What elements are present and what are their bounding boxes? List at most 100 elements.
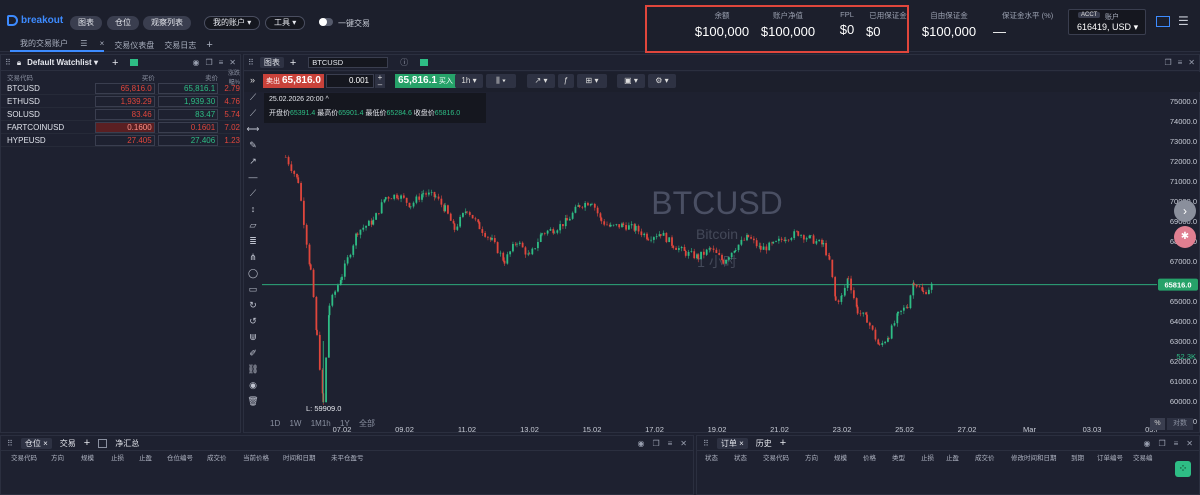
drag-handle-icon[interactable]: ⠿ [703,439,709,448]
column-header[interactable]: 止盈 [946,452,975,462]
layout-icon[interactable] [1156,16,1170,27]
column-header[interactable]: 方向 [805,452,834,462]
column-header[interactable]: 状态 [705,452,734,462]
log-scale-toggle[interactable]: 对数 [1167,418,1193,430]
column-header[interactable]: 卖价 [158,72,221,82]
rectangle-icon[interactable]: ▭ [244,284,262,300]
expand-icon[interactable]: » [250,75,255,85]
column-header[interactable]: 时间和日期 [283,452,331,462]
column-header[interactable]: 交易代码 [763,452,805,462]
close-icon[interactable]: ✕ [680,439,687,448]
nav-positions[interactable]: 仓位 [107,16,139,30]
menu-icon[interactable]: ≡ [1178,58,1183,67]
drag-handle-icon[interactable]: ⠿ [5,58,11,67]
window-icon[interactable]: ❐ [1164,58,1171,67]
column-header[interactable]: 成交价 [975,452,1011,462]
close-icon[interactable]: ✕ [229,58,236,67]
curve-icon[interactable]: ↻ [244,300,262,316]
column-header[interactable]: 未平仓盈亏 [331,452,381,462]
ask-cell[interactable]: 83.47 [158,108,221,120]
range-all[interactable]: 全部 [359,419,375,428]
column-header[interactable]: 价格 [863,452,892,462]
watchlist-row[interactable]: HYPEUSD 27.405 27.406 1.23 [1,134,240,147]
tab-history[interactable]: 历史 [756,438,772,449]
watchlist-row[interactable]: BTCUSD 65,816.0 65,816.1 2.79 [1,82,240,95]
nav-watchlists[interactable]: 观察列表 [143,16,191,30]
account-selector[interactable]: ACCT 账户 616419, USD ▾ [1068,9,1146,35]
tab-trading-journal[interactable]: 交易日志 [164,40,196,51]
fib-icon[interactable]: ≣ [244,236,262,252]
close-icon[interactable]: ✕ [1186,439,1193,448]
add-icon[interactable]: + [780,437,786,449]
drawing-button[interactable]: ↗ ▾ [527,74,555,88]
ask-cell[interactable]: 65,816.1 [158,82,221,94]
menu-icon[interactable]: ☰ [80,39,87,48]
brush-icon[interactable]: ✎ [244,140,262,156]
ask-cell[interactable]: 27.406 [158,134,221,146]
line-icon[interactable]: ⟋ [244,108,262,124]
percent-scale-toggle[interactable]: % [1150,418,1165,430]
window-icon[interactable]: ❐ [652,439,659,448]
quantity-input[interactable]: 0.001 [326,74,374,88]
range-1d[interactable]: 1D [270,419,280,428]
eye-icon[interactable]: ◉ [244,380,262,396]
ask-cell[interactable]: 0.1601 [158,121,221,133]
eye-icon[interactable]: ◉ [637,439,644,448]
vertical-line-icon[interactable]: ↕ [244,204,262,220]
column-header[interactable]: 交易编 [1133,452,1157,462]
trash-icon[interactable]: 🗑︎ [244,396,262,412]
column-header[interactable]: 修改时间和日期 [1011,452,1071,462]
bid-cell[interactable]: 0.1600 [94,121,157,133]
bid-cell[interactable]: 65,816.0 [94,82,157,94]
tab-chart[interactable]: 图表 [259,57,284,68]
column-header[interactable]: 规模 [834,452,863,462]
watchlist-selector[interactable]: Default Watchlist ▾ [27,58,98,67]
tab-positions[interactable]: 仓位 × [20,437,52,449]
column-header[interactable]: 交易代码 [1,72,94,82]
column-header[interactable]: 当前价格 [243,452,283,462]
column-header[interactable]: 订单编号 [1097,452,1133,462]
window-icon[interactable]: ❐ [205,58,212,67]
column-header[interactable]: 交易代码 [11,452,51,462]
watchlist-row[interactable]: FARTCOINUSD 0.1600 0.1601 7.02 [1,121,240,134]
column-header[interactable]: 止损 [921,452,946,462]
settings-button[interactable]: ⚙ ▾ [648,74,676,88]
eye-icon[interactable]: ◉ [1143,439,1150,448]
quantity-stepper[interactable]: + – [375,74,385,89]
range-1y[interactable]: 1Y [340,419,350,428]
range-1m1h[interactable]: 1M1h [311,419,331,428]
chat-button[interactable]: ⁘ [1175,461,1191,477]
channel-icon[interactable]: ▱ [244,220,262,236]
close-icon[interactable]: × [100,39,105,48]
range-1w[interactable]: 1W [289,419,301,428]
logo[interactable]: breakout [7,15,63,26]
tab-trades[interactable]: 交易 [60,438,76,449]
tab-orders[interactable]: 订单 × [716,437,748,449]
crosshair-icon[interactable]: ⟋ [244,92,262,108]
watchlist-row[interactable]: SOLUSD 83.46 83.47 5.74 [1,108,240,121]
column-header[interactable]: 方向 [51,452,81,462]
ask-cell[interactable]: 1,939.30 [158,95,221,107]
link-icon[interactable]: ⛓ [244,364,262,380]
window-icon[interactable]: ❐ [1158,439,1165,448]
add-icon[interactable]: + [290,57,296,69]
column-header[interactable]: 成交价 [207,452,243,462]
menu-icon[interactable]: ≡ [668,439,673,448]
indicators-button[interactable]: ƒ [558,74,574,88]
column-header[interactable]: 止损 [111,452,139,462]
bid-cell[interactable]: 1,939.29 [94,95,157,107]
scroll-right-button[interactable]: › [1174,200,1196,222]
chart-type-button[interactable]: ⫼ ▾ [486,74,516,88]
add-icon[interactable]: + [84,437,90,449]
column-header[interactable]: 规模 [81,452,111,462]
one-click-toggle[interactable] [319,18,333,26]
bid-cell[interactable]: 83.46 [94,108,157,120]
bid-cell[interactable]: 27.405 [94,134,157,146]
menu-icon[interactable]: ≡ [1174,439,1179,448]
account-menu[interactable]: 我的账户 ▾ [204,16,261,30]
buy-button[interactable]: 65,816.1 买入 [395,74,456,88]
add-icon[interactable]: + [112,57,118,69]
screenshot-button[interactable]: ▣ ▾ [617,74,645,88]
drag-handle-icon[interactable]: ⠿ [7,439,13,448]
drag-handle-icon[interactable]: ⠿ [248,58,254,67]
